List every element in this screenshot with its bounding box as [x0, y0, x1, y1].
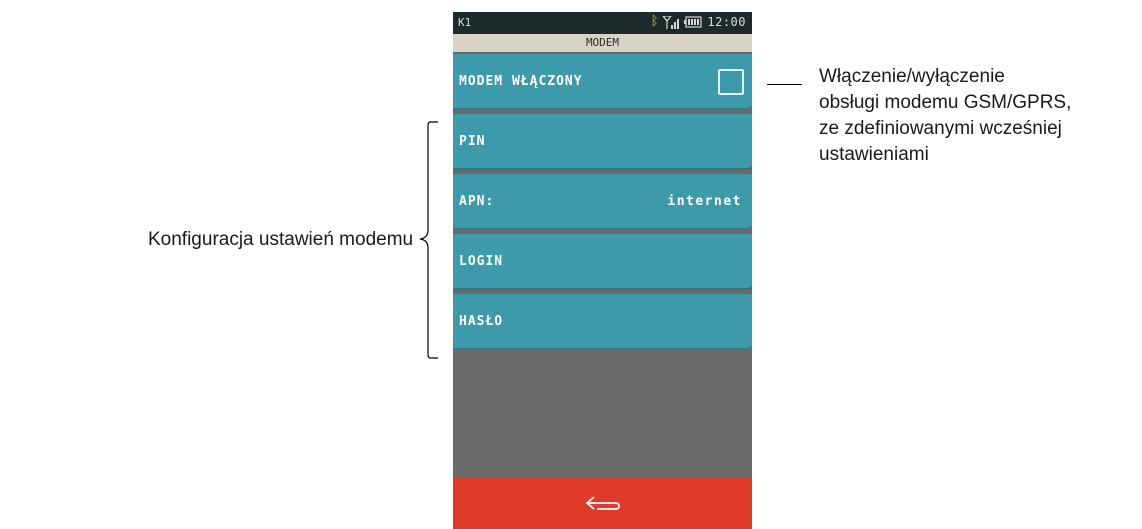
- menu-item-password[interactable]: HASŁO: [453, 294, 752, 350]
- annotation-text: ze zdefiniowanymi wcześniej: [819, 118, 1062, 139]
- screen-title: MODEM: [453, 34, 752, 52]
- signal-icon: [663, 15, 680, 29]
- menu-item-label: LOGIN: [459, 254, 504, 269]
- status-icons: ᛒ 12:00: [650, 14, 746, 30]
- annotation-right: Włączenie/wyłączenie obsługi modemu GSM/…: [819, 64, 1071, 168]
- menu-item-modem-enabled[interactable]: MODEM WŁĄCZONY: [453, 54, 752, 110]
- status-bar: K1 ᛒ 12:00: [453, 12, 752, 34]
- annotation-left: Konfiguracja ustawień modemu: [148, 229, 414, 250]
- clock: 12:00: [707, 15, 746, 29]
- bottom-bar: [453, 477, 752, 529]
- annotation-text: Włączenie/wyłączenie: [819, 66, 1005, 87]
- device-screen: K1 ᛒ 12:00 MODEM MODEM WŁĄCZONY PIN APN:…: [453, 12, 752, 529]
- bluetooth-icon: ᛒ: [650, 14, 659, 29]
- annotation-text: obsługi modemu GSM/GPRS,: [819, 92, 1072, 113]
- menu-item-value: internet: [667, 194, 742, 209]
- menu-item-login[interactable]: LOGIN: [453, 234, 752, 290]
- bracket-icon: [419, 121, 438, 359]
- menu-item-label: HASŁO: [459, 314, 504, 329]
- back-arrow-icon[interactable]: [585, 495, 621, 516]
- annotation-connector-line: [767, 84, 802, 85]
- modem-enabled-checkbox[interactable]: [718, 69, 744, 95]
- menu-item-pin[interactable]: PIN: [453, 114, 752, 170]
- menu-item-label: MODEM WŁĄCZONY: [459, 74, 583, 89]
- menu-item-apn[interactable]: APN: internet: [453, 174, 752, 230]
- annotation-text: ustawieniami: [819, 144, 929, 165]
- menu-item-label: PIN: [459, 134, 486, 149]
- battery-icon: [684, 16, 702, 28]
- station-label: K1: [458, 16, 472, 29]
- menu-item-label: APN:: [459, 194, 495, 209]
